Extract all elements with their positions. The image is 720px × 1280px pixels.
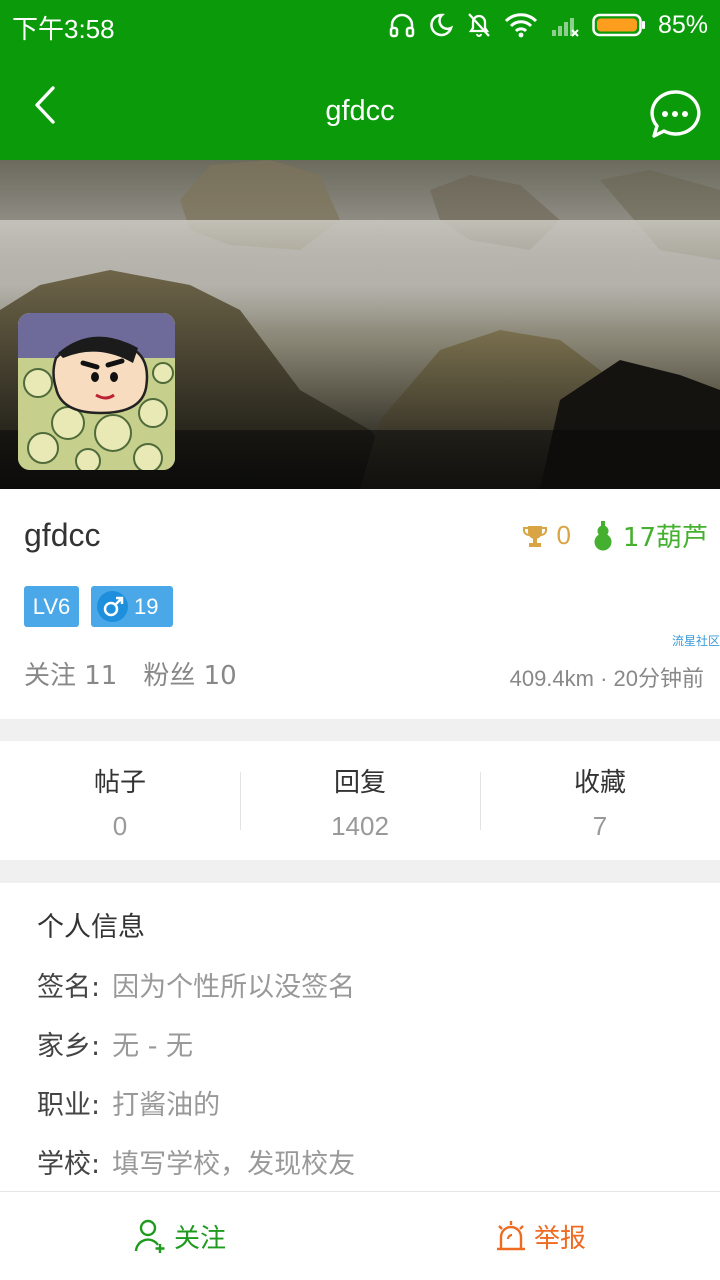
signature-label: 签名:	[37, 972, 101, 1003]
signal-icon	[551, 18, 579, 37]
fans-count[interactable]: 粉丝 10	[143, 655, 236, 692]
battery-percent: 85%	[657, 10, 708, 39]
school-label: 学校:	[37, 1149, 101, 1180]
alarm-icon	[496, 1221, 525, 1251]
profile-summary-card: gfdcc 0 17葫芦 LV6 19 流星社区 关注 11 粉丝 10 409…	[0, 489, 720, 719]
signature-value: 因为个性所以没签名	[112, 972, 356, 1003]
occupation-row: 职业: 打酱油的	[37, 1083, 220, 1122]
replies-tab[interactable]: 回复 1402	[240, 741, 480, 860]
location-time: 409.4km · 20分钟前	[509, 666, 704, 691]
level-badge: LV6	[24, 586, 79, 627]
signature-row: 签名: 因为个性所以没签名	[37, 965, 355, 1004]
posts-label: 帖子	[93, 768, 146, 798]
hometown-row: 家乡: 无 - 无	[37, 1024, 193, 1063]
school-value: 填写学校，发现校友	[112, 1149, 356, 1180]
watermark-text: 流星社区	[671, 634, 720, 648]
posts-tab[interactable]: 帖子 0	[0, 741, 240, 860]
wifi-icon	[504, 13, 538, 38]
section-title: 个人信息	[37, 912, 145, 943]
follow-stats: 关注 11 粉丝 10	[24, 655, 237, 692]
moon-icon	[430, 13, 454, 37]
gourd-count: 17葫芦	[622, 523, 708, 553]
occupation-label: 职业:	[37, 1090, 101, 1121]
school-row: 学校: 填写学校，发现校友	[37, 1142, 355, 1181]
message-button[interactable]	[648, 88, 702, 142]
status-bar: 下午3:58 85%	[0, 0, 720, 50]
cartoon-avatar	[18, 313, 175, 470]
status-time: 下午3:58	[12, 14, 115, 44]
follow-label: 关注	[173, 1223, 226, 1254]
male-icon	[97, 591, 128, 622]
mute-bell-icon	[468, 13, 490, 37]
replies-label: 回复	[333, 768, 386, 798]
favorites-tab[interactable]: 收藏 7	[480, 741, 720, 860]
replies-count: 1402	[331, 811, 389, 841]
trophy-count: 0	[556, 520, 571, 550]
add-user-icon	[134, 1219, 165, 1253]
hometown-value: 无 - 无	[112, 1031, 194, 1062]
profile-screen: 下午3:58 85% gfdcc gfdcc 0 17葫芦 LV6 19 流星社…	[0, 0, 720, 1280]
top-app-bar: gfdcc	[0, 50, 720, 160]
chat-bubble-icon	[650, 90, 701, 138]
gender-age-badge: 19	[91, 586, 173, 627]
posts-count: 0	[112, 811, 128, 841]
report-button[interactable]: 举报	[360, 1192, 720, 1280]
headphones-icon	[389, 13, 415, 38]
user-badges: LV6 19	[24, 586, 173, 627]
age-value: 19	[134, 593, 159, 619]
gourd-icon	[594, 520, 612, 550]
status-icons: 85%	[388, 8, 708, 42]
favorites-label: 收藏	[573, 768, 626, 798]
page-title: gfdcc	[325, 95, 395, 127]
report-label: 举报	[533, 1223, 586, 1254]
following-count[interactable]: 关注 11	[24, 655, 117, 692]
username: gfdcc	[24, 517, 101, 553]
bottom-action-bar: 关注 举报	[0, 1191, 720, 1280]
personal-info-section: 个人信息 签名: 因为个性所以没签名 家乡: 无 - 无 职业: 打酱油的 学校…	[0, 883, 720, 1191]
user-rewards: 0 17葫芦	[522, 517, 708, 554]
battery-icon	[592, 13, 645, 37]
activity-counts: 帖子 0 回复 1402 收藏 7	[0, 741, 720, 860]
trophy-icon	[523, 525, 548, 547]
avatar[interactable]	[18, 313, 175, 470]
occupation-value: 打酱油的	[112, 1090, 221, 1121]
hometown-label: 家乡:	[37, 1031, 101, 1062]
follow-button[interactable]: 关注	[0, 1192, 360, 1280]
favorites-count: 7	[592, 811, 608, 841]
